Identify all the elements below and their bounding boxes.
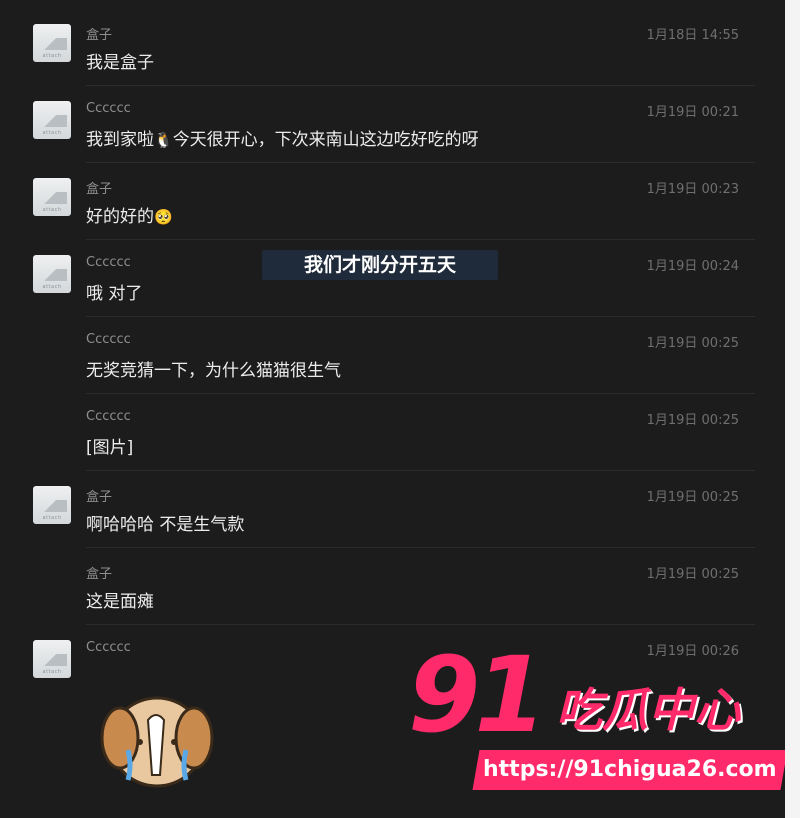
avatar[interactable]: attach bbox=[33, 255, 71, 293]
message-time: 1月19日 00:23 bbox=[646, 182, 739, 197]
video-caption: 我们才刚分开五天 bbox=[262, 250, 498, 280]
divider bbox=[86, 85, 755, 86]
sender-name: 盒子 bbox=[86, 28, 113, 43]
avatar[interactable]: attach bbox=[33, 486, 71, 524]
pleading-face-emoji-icon: 🥺 bbox=[154, 208, 173, 226]
message-time: 1月19日 00:21 bbox=[646, 105, 739, 120]
divider bbox=[86, 547, 755, 548]
watermark-url[interactable]: https://91chigua26.com bbox=[472, 750, 788, 790]
avatar[interactable]: attach bbox=[33, 640, 71, 678]
divider bbox=[86, 162, 755, 163]
sender-name: Cccccc bbox=[86, 409, 131, 424]
divider bbox=[86, 316, 755, 317]
window-edge bbox=[785, 0, 800, 818]
watermark-title: 吃瓜中心 bbox=[556, 683, 740, 737]
message-text-part: 好的好的 bbox=[86, 207, 154, 227]
sender-name: Cccccc bbox=[86, 101, 131, 116]
image-placeholder-icon bbox=[37, 38, 67, 50]
message-time: 1月19日 00:24 bbox=[646, 259, 739, 274]
image-placeholder-icon bbox=[37, 654, 67, 666]
sender-name: Cccccc bbox=[86, 332, 131, 347]
message-text[interactable]: 这是面瘫 bbox=[86, 587, 154, 612]
avatar-label: attach bbox=[42, 669, 62, 675]
avatar-label: attach bbox=[42, 515, 62, 521]
watermark-number: 91 bbox=[408, 634, 547, 756]
sender-name: Cccccc bbox=[86, 640, 131, 655]
avatar[interactable]: attach bbox=[33, 101, 71, 139]
penguin-emoji-icon: 🐧 bbox=[154, 131, 173, 149]
divider bbox=[86, 239, 755, 240]
message-text[interactable]: 我到家啦🐧今天很开心，下次来南山这边吃好吃的呀 bbox=[86, 125, 479, 150]
divider bbox=[86, 393, 755, 394]
avatar-label: attach bbox=[42, 207, 62, 213]
message-text[interactable]: 我是盒子 bbox=[86, 48, 154, 73]
avatar[interactable]: attach bbox=[33, 178, 71, 216]
message-text-part: 我到家啦 bbox=[86, 130, 154, 150]
sender-name: 盒子 bbox=[86, 567, 113, 582]
message-text[interactable]: 无奖竞猜一下，为什么猫猫很生气 bbox=[86, 356, 341, 381]
image-placeholder-icon bbox=[37, 269, 67, 281]
image-placeholder-icon bbox=[37, 192, 67, 204]
image-placeholder-text[interactable]: [图片] bbox=[86, 433, 133, 458]
avatar-label: attach bbox=[42, 284, 62, 290]
message-text[interactable]: 啊哈哈哈 不是生气款 bbox=[86, 510, 244, 535]
avatar[interactable]: attach bbox=[33, 24, 71, 62]
message-time: 1月19日 00:25 bbox=[646, 336, 739, 351]
message-text[interactable]: 好的好的🥺 bbox=[86, 202, 173, 227]
sender-name: 盒子 bbox=[86, 490, 113, 505]
crying-dog-icon bbox=[100, 696, 214, 788]
divider bbox=[86, 624, 755, 625]
avatar-label: attach bbox=[42, 53, 62, 59]
divider bbox=[86, 470, 755, 471]
message-time: 1月19日 00:25 bbox=[646, 567, 739, 582]
watermark-logo: 91 吃瓜中心 bbox=[408, 640, 788, 750]
avatar-label: attach bbox=[42, 130, 62, 136]
message-text[interactable]: 哦 对了 bbox=[86, 279, 142, 304]
image-placeholder-icon bbox=[37, 115, 67, 127]
crying-dog-sticker[interactable] bbox=[98, 680, 216, 798]
sender-name: Cccccc bbox=[86, 255, 131, 270]
chat-window: attach 盒子 1月18日 14:55 我是盒子 attach Cccccc… bbox=[0, 0, 800, 818]
message-time: 1月18日 14:55 bbox=[646, 28, 739, 43]
message-text-part: 今天很开心，下次来南山这边吃好吃的呀 bbox=[172, 130, 479, 150]
message-time: 1月19日 00:25 bbox=[646, 490, 739, 505]
watermark-url-text: https://91chigua26.com bbox=[483, 757, 777, 782]
image-placeholder-icon bbox=[37, 500, 67, 512]
sender-name: 盒子 bbox=[86, 182, 113, 197]
message-time: 1月19日 00:25 bbox=[646, 413, 739, 428]
